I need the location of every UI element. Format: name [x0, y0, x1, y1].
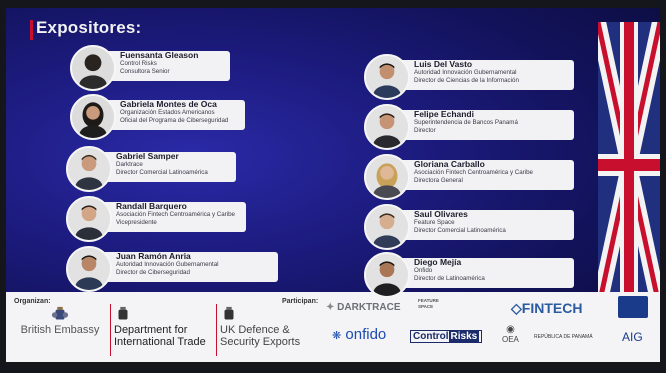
speaker-role: Director de Ciencias de la Información: [414, 76, 519, 84]
speaker-card: Gabriel Samper Darktrace Director Comerc…: [66, 146, 236, 192]
royal-crest-icon: [224, 306, 234, 320]
speaker-card: Luis Del Vasto Autoridad Innovación Gube…: [364, 54, 574, 100]
speaker-org: Onfido: [414, 267, 433, 274]
speaker-org: Autoridad Innovación Gubernamental: [414, 69, 517, 76]
title-accent-bar: [30, 20, 33, 40]
speaker-photo: [66, 146, 112, 192]
dit-text-2: International Trade: [114, 336, 206, 348]
superintendencia-logo: [618, 296, 648, 318]
speaker-card: Gloriana Carballo Asociación Fintech Cen…: [364, 154, 574, 200]
royal-crest-icon: [51, 306, 69, 320]
speaker-name: Gabriela Montes de Oca: [120, 99, 217, 109]
speaker-photo: [364, 154, 410, 200]
speaker-name: Gloriana Carballo: [414, 159, 485, 169]
british-embassy-logo: British Embassy: [14, 306, 106, 336]
speaker-card: Felipe Echandi Superintendencia de Banco…: [364, 104, 574, 150]
speaker-name: Luis Del Vasto: [414, 59, 473, 69]
speaker-org: Superintendencia de Bancos Panamá: [414, 119, 518, 126]
fintech-icon: ◇: [511, 300, 522, 316]
dit-text-1: Department for: [114, 324, 188, 336]
speaker-org: Organización Estados Americanos: [120, 109, 215, 116]
speaker-role: Directora General: [414, 176, 463, 184]
page-title: Expositores:: [36, 18, 142, 37]
union-jack-flag: [598, 22, 660, 310]
speaker-role: Director Comercial Latinoamérica: [414, 226, 506, 234]
presentation-screen: Expositores: Fuensanta Gleason Control R…: [6, 8, 660, 362]
darktrace-icon: ✦: [326, 302, 335, 313]
organizan-label: Organizan:: [14, 298, 51, 305]
onfido-icon: ❋: [332, 330, 342, 342]
fintech-logo: ◇FINTECH: [511, 300, 583, 316]
speaker-role: Oficial del Programa de Ciberseguridad: [120, 116, 229, 124]
ukdse-text-1: UK Defence &: [220, 324, 290, 336]
speaker-org: Darktrace: [116, 161, 143, 168]
speaker-card: Gabriela Montes de Oca Organización Esta…: [70, 94, 245, 140]
speaker-org: Control Risks: [120, 60, 157, 67]
speaker-org: Asociación Fintech Centroamérica y Carib…: [116, 211, 235, 218]
speaker-photo: [70, 94, 116, 140]
speaker-photo: [66, 196, 112, 242]
speaker-name: Randall Barquero: [116, 201, 187, 211]
participan-label: Participan:: [282, 298, 319, 305]
event-slide-photo: Expositores: Fuensanta Gleason Control R…: [0, 0, 666, 373]
speaker-photo: [364, 204, 410, 250]
speaker-card: Juan Ramón Anria Autoridad Innovación Gu…: [66, 246, 278, 292]
speaker-org: Autoridad Innovación Gubernamental: [116, 261, 219, 268]
darktrace-logo: ✦ DARKTRACE: [326, 302, 401, 313]
speaker-name: Gabriel Samper: [116, 151, 179, 161]
speaker-card: Fuensanta Gleason Control Risks Consulto…: [70, 45, 230, 91]
onfido-logo: ❋ onfido: [332, 326, 387, 343]
speaker-card: Diego Mejía Onfido Director de Latinoamé…: [364, 252, 574, 298]
speaker-role: Director Comercial Latinoamérica: [116, 168, 208, 176]
speaker-card: Saul Olivares Feature Space Director Com…: [364, 204, 574, 250]
speaker-name: Fuensanta Gleason: [120, 50, 199, 60]
speaker-name: Saul Olivares: [414, 209, 468, 219]
oea-icon: ◉: [506, 324, 515, 335]
dit-logo: Department for International Trade: [114, 306, 212, 348]
ukdse-logo: UK Defence & Security Exports: [220, 306, 306, 348]
control-risks-logo: Control Risks: [410, 330, 483, 343]
speaker-photo: [70, 45, 116, 91]
speaker-name: Juan Ramón Anria: [116, 251, 191, 261]
speaker-photo: [364, 104, 410, 150]
speaker-org: Feature Space: [414, 219, 455, 226]
speaker-photo: [364, 54, 410, 100]
speaker-name: Diego Mejía: [414, 257, 462, 267]
panama-logo: REPÚBLICA DE PANAMÁ: [534, 334, 593, 340]
speaker-photo: [66, 246, 112, 292]
divider: [110, 304, 111, 356]
british-embassy-text: British Embassy: [20, 324, 100, 336]
royal-crest-icon: [118, 306, 128, 320]
feature-space-logo: FEATURE SPACE: [418, 298, 439, 309]
divider: [216, 304, 217, 356]
aig-logo: AIG: [622, 330, 643, 344]
speaker-role: Director de Latinoamérica: [414, 274, 485, 282]
speaker-name: Felipe Echandi: [414, 109, 474, 119]
speaker-org: Asociación Fintech Centroamérica y Carib…: [414, 169, 533, 176]
oea-logo: ◉ OEA: [502, 324, 519, 344]
speaker-role: Consultora Senior: [120, 67, 170, 75]
speaker-photo: [364, 252, 410, 298]
sponsors-footer: Organizan: Participan: British Embassy D…: [6, 292, 660, 362]
speaker-role: Director de Ciberseguridad: [116, 268, 190, 276]
speaker-role: Vicepresidente: [116, 218, 157, 226]
ukdse-text-2: Security Exports: [220, 336, 301, 348]
speaker-role: Director: [414, 126, 436, 134]
speaker-card: Randall Barquero Asociación Fintech Cent…: [66, 196, 246, 242]
